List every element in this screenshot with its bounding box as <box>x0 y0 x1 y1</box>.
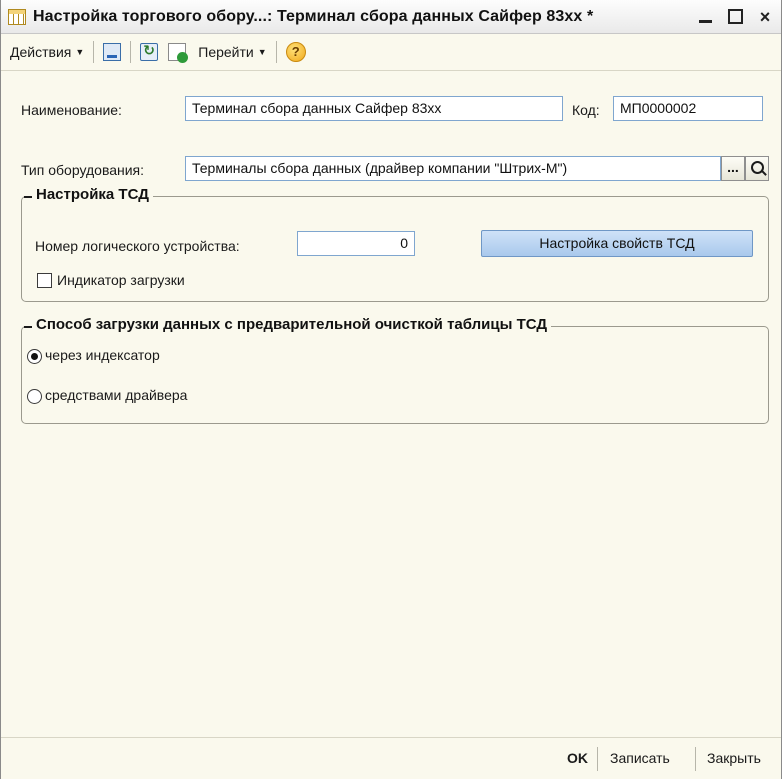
code-label: Код: <box>572 102 600 118</box>
dropdown-arrow-icon: ▼ <box>257 47 267 57</box>
logical-device-field[interactable]: 0 <box>297 231 415 256</box>
radio-via-indexer-label: через индексатор <box>45 347 160 363</box>
load-indicator-label: Индикатор загрузки <box>57 272 185 288</box>
tsd-settings-button[interactable]: Настройка свойств ТСД <box>481 230 753 257</box>
window-title: Настройка торгового обору...: Терминал с… <box>33 7 594 25</box>
load-indicator-checkbox[interactable] <box>37 273 52 288</box>
table-icon <box>8 8 26 25</box>
equipment-type-label: Тип оборудования: <box>21 162 145 178</box>
save-and-close-button[interactable] <box>100 39 124 65</box>
close-dialog-button[interactable]: Закрыть <box>707 750 761 766</box>
toolbar-separator <box>130 41 132 63</box>
search-button[interactable] <box>745 156 769 181</box>
radio-via-driver[interactable] <box>27 389 42 404</box>
name-field[interactable]: Терминал сбора данных Сайфер 83хх <box>185 96 563 121</box>
maximize-button[interactable] <box>727 8 743 26</box>
dialog-window: Настройка торгового обору...: Терминал с… <box>0 0 782 779</box>
radio-via-driver-label: средствами драйвера <box>45 387 188 403</box>
radio-via-indexer[interactable] <box>27 349 42 364</box>
equipment-type-field[interactable]: Терминалы сбора данных (драйвер компании… <box>185 156 721 181</box>
footer-separator <box>695 747 696 771</box>
goto-menu-label: Перейти <box>198 44 254 60</box>
logical-device-label: Номер логического устройства: <box>35 238 240 254</box>
toolbar-separator <box>93 41 95 63</box>
refresh-icon <box>140 42 159 61</box>
help-button[interactable]: ? <box>283 39 309 65</box>
minimize-button[interactable] <box>697 9 713 25</box>
code-field[interactable]: МП0000002 <box>613 96 763 121</box>
select-button[interactable]: ... <box>721 156 745 181</box>
ok-button[interactable]: OK <box>567 750 588 766</box>
toolbar-separator <box>275 41 277 63</box>
save-and-close-icon <box>103 43 122 61</box>
new-from-copy-button[interactable] <box>165 39 189 65</box>
tsd-settings-group-title: Настройка ТСД <box>24 186 153 203</box>
load-method-group-title: Способ загрузки данных с предварительной… <box>23 316 552 333</box>
maximize-icon <box>727 8 743 24</box>
save-button[interactable]: Записать <box>610 750 670 766</box>
minimize-icon <box>698 13 712 23</box>
dropdown-arrow-icon: ▼ <box>75 47 85 57</box>
actions-menu-label: Действия <box>10 44 72 60</box>
toolbar: Действия ▼ Перейти ▼ ? <box>1 34 781 71</box>
bottom-bar: OK Записать Закрыть <box>1 737 781 779</box>
load-method-group: Способ загрузки данных с предварительной… <box>21 316 769 424</box>
new-from-copy-icon <box>168 43 189 63</box>
help-icon: ? <box>285 42 306 62</box>
name-label: Наименование: <box>21 102 122 118</box>
actions-menu[interactable]: Действия ▼ <box>7 39 87 65</box>
title-bar[interactable]: Настройка торгового обору...: Терминал с… <box>1 0 781 34</box>
footer-separator <box>597 747 598 771</box>
window-controls: × <box>697 0 773 34</box>
goto-menu[interactable]: Перейти ▼ <box>195 39 269 65</box>
close-button[interactable]: × <box>757 8 773 26</box>
refresh-button[interactable] <box>137 39 161 65</box>
